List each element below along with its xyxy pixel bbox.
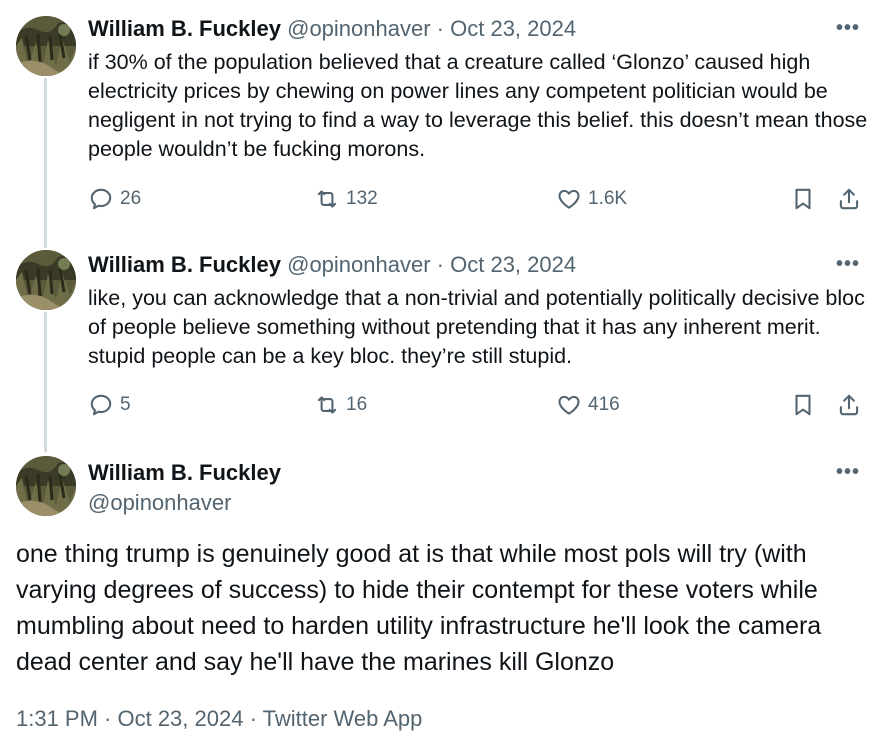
tweet-date[interactable]: Oct 23, 2024 <box>450 252 576 277</box>
reply-count: 5 <box>120 394 131 415</box>
tweet-text: like, you can acknowledge that a non-tri… <box>88 286 865 368</box>
share-button[interactable] <box>836 186 862 212</box>
like-button[interactable]: 1.6K <box>556 186 627 212</box>
like-count: 1.6K <box>588 188 628 209</box>
bookmark-icon <box>795 394 811 416</box>
retweet-count: 132 <box>346 188 378 209</box>
author-name[interactable]: William B. Fuckley <box>88 16 281 41</box>
retweet-icon <box>317 396 337 414</box>
more-icon[interactable]: ••• <box>836 254 860 274</box>
retweet-count: 16 <box>346 394 368 415</box>
reply-button[interactable]: 5 <box>88 392 131 418</box>
bookmark-button[interactable] <box>790 392 816 418</box>
retweet-button[interactable]: 132 <box>314 186 378 212</box>
tweet[interactable]: William B. Fuckley @opinonhaver · Oct 23… <box>0 0 886 240</box>
author-handle[interactable]: @opinonhaver <box>287 252 430 277</box>
tweet-actions: 5 16 416 <box>88 392 864 422</box>
tweet-actions: 26 132 1.6K <box>88 186 864 216</box>
tweet-timestamp[interactable]: 1:31 PM · Oct 23, 2024 · Twitter Web App <box>16 706 422 732</box>
more-icon[interactable]: ••• <box>836 462 860 482</box>
reply-button[interactable]: 26 <box>88 186 141 212</box>
heart-icon <box>558 189 580 209</box>
heart-icon <box>558 395 580 415</box>
reply-icon <box>90 188 112 210</box>
avatar[interactable] <box>16 456 76 516</box>
retweet-button[interactable]: 16 <box>314 392 367 418</box>
main-tweet-text: one thing trump is genuinely good at is … <box>16 540 822 676</box>
author-handle[interactable]: @opinonhaver <box>88 490 231 515</box>
like-count: 416 <box>588 394 620 415</box>
tweet-text: if 30% of the population believed that a… <box>88 50 868 161</box>
reply-count: 26 <box>120 188 142 209</box>
avatar[interactable] <box>16 250 76 310</box>
like-button[interactable]: 416 <box>556 392 620 418</box>
separator: · <box>436 16 444 41</box>
share-icon <box>839 188 859 210</box>
reply-icon <box>90 394 112 416</box>
share-button[interactable] <box>836 392 862 418</box>
bookmark-icon <box>795 188 811 210</box>
retweet-icon <box>317 190 337 208</box>
bookmark-button[interactable] <box>790 186 816 212</box>
tweet[interactable]: William B. Fuckley @opinonhaver · Oct 23… <box>0 240 886 446</box>
separator: · <box>436 252 444 277</box>
tweet-header: William B. Fuckley @opinonhaver <box>88 458 281 518</box>
avatar[interactable] <box>16 16 76 76</box>
share-icon <box>839 394 859 416</box>
tweet-header: William B. Fuckley @opinonhaver · Oct 23… <box>88 252 576 278</box>
tweet-date[interactable]: Oct 23, 2024 <box>450 16 576 41</box>
author-handle[interactable]: @opinonhaver <box>287 16 430 41</box>
tweet-header: William B. Fuckley @opinonhaver · Oct 23… <box>88 16 576 42</box>
more-icon[interactable]: ••• <box>836 18 860 38</box>
author-name[interactable]: William B. Fuckley <box>88 458 281 488</box>
author-name[interactable]: William B. Fuckley <box>88 252 281 277</box>
